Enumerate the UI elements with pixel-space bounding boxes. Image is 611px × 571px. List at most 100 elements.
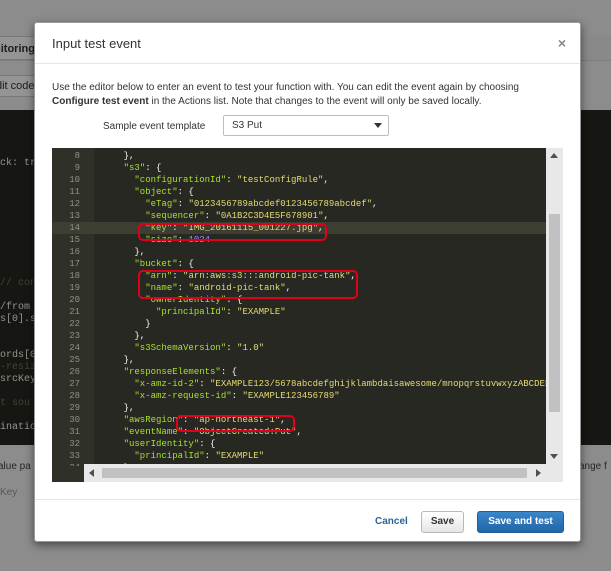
code-line[interactable]: 27 "x-amz-id-2": "EXAMPLE123/5678abcdefg…: [52, 378, 546, 390]
code-line[interactable]: 10 "configurationId": "testConfigRule",: [52, 174, 546, 186]
scroll-left-icon[interactable]: [89, 469, 94, 477]
sample-event-template-select[interactable]: S3 Put: [223, 115, 389, 136]
code-token: "x-amz-request-id": [134, 391, 232, 401]
code-line[interactable]: 16 },: [52, 246, 546, 258]
event-json-editor[interactable]: 8 }, 9 "s3": {10 "configurationId": "test…: [52, 148, 563, 482]
code-token: :: [226, 343, 238, 353]
horizontal-scrollbar[interactable]: [84, 464, 546, 482]
code-token: "eTag": [145, 199, 178, 209]
code-line[interactable]: 21 "principalId": "EXAMPLE": [52, 306, 546, 318]
code-token: ,: [323, 175, 329, 185]
line-number: 21: [69, 307, 80, 317]
code-text: },: [102, 354, 135, 366]
code-text: "s3": {: [102, 162, 162, 174]
cancel-button[interactable]: Cancel: [375, 516, 408, 527]
code-line[interactable]: 33 "principalId": "EXAMPLE": [52, 450, 546, 462]
code-text: "x-amz-request-id": "EXAMPLE123456789": [102, 390, 340, 402]
code-token: }: [102, 319, 151, 329]
code-token: "EXAMPLE123456789": [242, 391, 340, 401]
code-token: "0123456789abcdef0123456789abcdef": [188, 199, 373, 209]
line-number: 16: [69, 247, 80, 257]
dialog-title: Input test event: [52, 36, 141, 51]
code-line[interactable]: 25 },: [52, 354, 546, 366]
code-token: },: [102, 331, 146, 341]
close-icon[interactable]: ×: [558, 35, 566, 51]
code-token: : {: [177, 259, 194, 269]
code-token: "testConfigRule": [237, 175, 324, 185]
scroll-up-icon[interactable]: [550, 153, 558, 158]
line-number: 33: [69, 451, 80, 461]
code-token: "object": [134, 187, 178, 197]
code-token: "x-amz-id-2": [134, 379, 200, 389]
code-token: "0A1B2C3D4E5F678901": [215, 211, 324, 221]
code-token: "EXAMPLE": [237, 307, 286, 317]
dialog-footer-divider: [35, 499, 580, 500]
save-button[interactable]: Save: [421, 511, 464, 533]
code-token: "s3": [123, 163, 146, 173]
code-line[interactable]: 12 "eTag": "0123456789abcdef0123456789ab…: [52, 198, 546, 210]
sample-event-template-label: Sample event template: [103, 121, 206, 132]
line-number: 18: [69, 271, 80, 281]
code-text: "principalId": "EXAMPLE": [102, 450, 264, 462]
code-token: :: [204, 211, 216, 221]
line-number: 15: [69, 235, 80, 245]
code-token: "principalId": [134, 451, 205, 461]
vertical-scrollbar[interactable]: [546, 148, 563, 464]
annotation-region-highlight: [176, 415, 295, 432]
code-token: : {: [177, 187, 194, 197]
code-token: "bucket": [134, 259, 178, 269]
code-line[interactable]: 8 },: [52, 150, 546, 162]
code-text: "eTag": "0123456789abcdef0123456789abcde…: [102, 198, 377, 210]
code-line[interactable]: 23 },: [52, 330, 546, 342]
code-line[interactable]: 22 }: [52, 318, 546, 330]
code-area[interactable]: 8 }, 9 "s3": {10 "configurationId": "test…: [52, 150, 546, 466]
code-token: : {: [145, 163, 162, 173]
line-number: 23: [69, 331, 80, 341]
description-text: in the Actions list. Note that changes t…: [148, 96, 482, 107]
code-line[interactable]: 29 },: [52, 402, 546, 414]
horizontal-scroll-thumb[interactable]: [102, 468, 527, 478]
code-line[interactable]: 28 "x-amz-request-id": "EXAMPLE123456789…: [52, 390, 546, 402]
code-line[interactable]: 30 "awsRegion": "ap-northeast-1",: [52, 414, 546, 426]
code-line[interactable]: 9 "s3": {: [52, 162, 546, 174]
code-token: ,: [372, 199, 378, 209]
code-text: "responseElements": {: [102, 366, 237, 378]
code-token: :: [177, 199, 189, 209]
code-line[interactable]: 13 "sequencer": "0A1B2C3D4E5F678901",: [52, 210, 546, 222]
line-number: 10: [69, 175, 80, 185]
save-and-test-button[interactable]: Save and test: [477, 511, 564, 533]
code-line[interactable]: 31 "eventName": "ObjectCreated:Put",: [52, 426, 546, 438]
code-line[interactable]: 26 "responseElements": {: [52, 366, 546, 378]
code-token: :: [199, 379, 211, 389]
code-line[interactable]: 11 "object": {: [52, 186, 546, 198]
line-number: 22: [69, 319, 80, 329]
line-number: 9: [74, 163, 80, 173]
code-line[interactable]: 32 "userIdentity": {: [52, 438, 546, 450]
vertical-scroll-thumb[interactable]: [549, 214, 560, 412]
code-text: "userIdentity": {: [102, 438, 216, 450]
line-number: 32: [69, 439, 80, 449]
code-token: "1.0": [237, 343, 265, 353]
code-token: :: [226, 307, 238, 317]
code-token: "eventName": [123, 427, 184, 437]
code-token: "EXAMPLE": [215, 451, 265, 461]
code-text: "object": {: [102, 186, 194, 198]
dialog-description: Use the editor below to enter an event t…: [52, 81, 567, 109]
scroll-down-icon[interactable]: [550, 454, 558, 459]
code-line[interactable]: 24 "s3SchemaVersion": "1.0": [52, 342, 546, 354]
code-token: },: [102, 151, 135, 161]
line-number: 28: [69, 391, 80, 401]
code-line[interactable]: 17 "bucket": {: [52, 258, 546, 270]
code-text: "configurationId": "testConfigRule",: [102, 174, 329, 186]
annotation-bucket-highlight: [138, 270, 358, 299]
code-token: :: [226, 175, 238, 185]
scroll-right-icon[interactable]: [536, 469, 541, 477]
line-number: 20: [69, 295, 80, 305]
